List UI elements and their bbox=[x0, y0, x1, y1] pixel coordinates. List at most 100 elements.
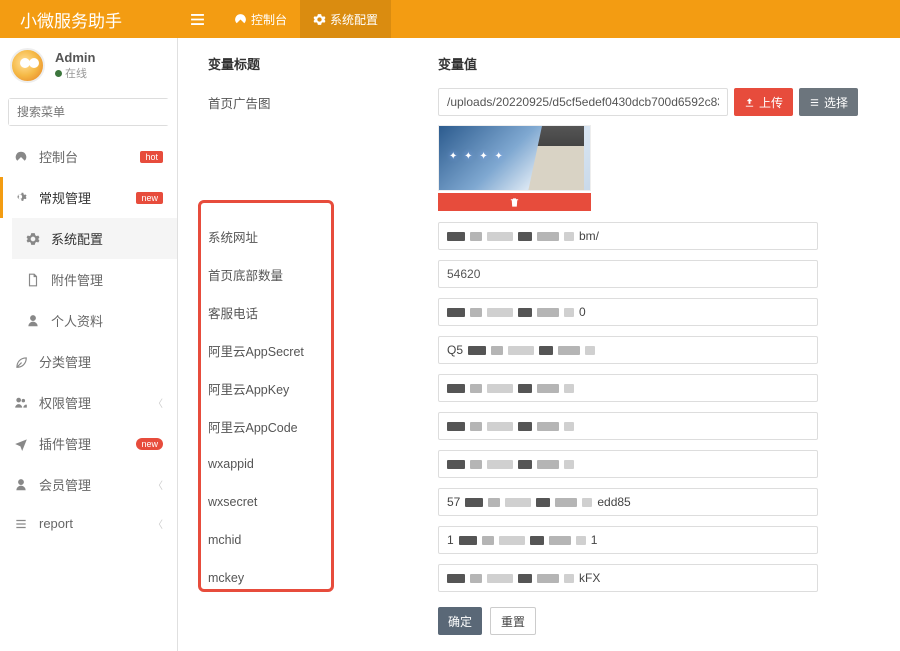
form-label-10: mckey bbox=[208, 559, 438, 597]
header-sysconfig-label: 系统配置 bbox=[330, 11, 378, 28]
badge: hot bbox=[140, 151, 163, 163]
header-dashboard-tab[interactable]: 控制台 bbox=[221, 0, 300, 38]
sidebar-item-权限管理[interactable]: 权限管理〈 bbox=[0, 382, 177, 423]
badge: new bbox=[136, 192, 163, 204]
upload-button[interactable]: 上传 bbox=[734, 88, 793, 116]
sidebar-item-label: 分类管理 bbox=[39, 352, 163, 371]
form-label-9: mchid bbox=[208, 521, 438, 559]
list-icon bbox=[809, 97, 820, 108]
form-value-6 bbox=[438, 407, 880, 445]
image-preview bbox=[438, 125, 591, 191]
dashboard-icon bbox=[234, 13, 247, 26]
badge: new bbox=[136, 438, 163, 450]
form-label-4: 阿里云AppSecret bbox=[208, 331, 438, 369]
user-icon bbox=[26, 314, 44, 328]
sidebar-item-label: 系统配置 bbox=[51, 229, 163, 248]
form-label-1: 系统网址 bbox=[208, 217, 438, 255]
user-name: Admin bbox=[55, 50, 95, 65]
dashboard-icon bbox=[14, 150, 32, 164]
sidebar-item-label: 会员管理 bbox=[39, 475, 153, 494]
plane-icon bbox=[14, 437, 32, 451]
leaf-icon bbox=[14, 355, 32, 369]
chevron-left-icon: 〈 bbox=[153, 516, 163, 531]
sidebar-item-控制台[interactable]: 控制台hot bbox=[0, 136, 177, 177]
header-sysconfig-tab[interactable]: 系统配置 bbox=[300, 0, 391, 38]
form-value-9: 11 bbox=[438, 521, 880, 559]
col-header-value: 变量值 bbox=[438, 48, 880, 83]
reset-button[interactable]: 重置 bbox=[490, 607, 536, 635]
sidebar-item-常规管理[interactable]: 常规管理new bbox=[0, 177, 177, 218]
sidebar-subitem-附件管理[interactable]: 附件管理 bbox=[12, 259, 177, 300]
form-label-0: 首页广告图 bbox=[208, 83, 438, 121]
sidebar-item-label: 附件管理 bbox=[51, 270, 163, 289]
sidebar-item-分类管理[interactable]: 分类管理 bbox=[0, 341, 177, 382]
form-value-3: 0 bbox=[438, 293, 880, 331]
sidebar-item-插件管理[interactable]: 插件管理new bbox=[0, 423, 177, 464]
users-icon bbox=[14, 396, 32, 410]
chevron-left-icon: 〈 bbox=[153, 477, 163, 492]
form-label-2: 首页底部数量 bbox=[208, 255, 438, 293]
sidebar-subitem-个人资料[interactable]: 个人资料 bbox=[12, 300, 177, 341]
redacted-field[interactable]: 57edd85 bbox=[438, 488, 818, 516]
sidebar-item-label: 权限管理 bbox=[39, 393, 153, 412]
select-button[interactable]: 选择 bbox=[799, 88, 858, 116]
redacted-field[interactable]: kFX bbox=[438, 564, 818, 592]
sidebar-item-会员管理[interactable]: 会员管理〈 bbox=[0, 464, 177, 505]
main-content: 变量标题变量值首页广告图 上传 选择 系统网址bm/首页底部数量客服电话0阿里云… bbox=[178, 38, 900, 651]
form-label-3: 客服电话 bbox=[208, 293, 438, 331]
form-value-10: kFX bbox=[438, 559, 880, 597]
header-dashboard-label: 控制台 bbox=[251, 11, 287, 28]
sidebar: Admin 在线 控制台hot常规管理new系统配置附件管理个人资料分类管理权限… bbox=[0, 38, 178, 651]
sidebar-menu: 控制台hot常规管理new系统配置附件管理个人资料分类管理权限管理〈插件管理ne… bbox=[0, 136, 177, 542]
user-panel: Admin 在线 bbox=[0, 38, 177, 93]
file-icon bbox=[26, 273, 44, 287]
redacted-field[interactable] bbox=[438, 374, 818, 402]
search-input-group bbox=[8, 98, 169, 126]
sidebar-item-label: 控制台 bbox=[39, 147, 140, 166]
cog-icon bbox=[313, 13, 326, 26]
status-dot-icon bbox=[55, 70, 62, 77]
form-value-4: Q5 bbox=[438, 331, 880, 369]
sidebar-item-label: 个人资料 bbox=[51, 311, 163, 330]
menu-toggle-button[interactable] bbox=[178, 0, 221, 38]
form-value-5 bbox=[438, 369, 880, 407]
image-path-input[interactable] bbox=[438, 88, 728, 116]
redacted-field[interactable]: Q5 bbox=[438, 336, 818, 364]
redacted-field[interactable]: bm/ bbox=[438, 222, 818, 250]
bars-icon bbox=[191, 14, 204, 25]
form-footer: 确定 重置 bbox=[438, 597, 880, 635]
delete-image-button[interactable] bbox=[438, 193, 591, 211]
sidebar-item-report[interactable]: report〈 bbox=[0, 505, 177, 542]
list-icon bbox=[14, 517, 32, 531]
form-label-8: wxsecret bbox=[208, 483, 438, 521]
sidebar-item-label: report bbox=[39, 516, 153, 531]
user-o-icon bbox=[14, 478, 32, 492]
redacted-field[interactable]: 0 bbox=[438, 298, 818, 326]
upload-icon bbox=[744, 97, 755, 108]
form-label-5: 阿里云AppKey bbox=[208, 369, 438, 407]
col-header-title: 变量标题 bbox=[208, 48, 438, 83]
cog-icon bbox=[26, 232, 44, 246]
sidebar-subitem-系统配置[interactable]: 系统配置 bbox=[12, 218, 177, 259]
sidebar-item-label: 常规管理 bbox=[39, 188, 136, 207]
form-value-0: 上传 选择 bbox=[438, 83, 880, 121]
redacted-field[interactable] bbox=[438, 412, 818, 440]
form-value-8: 57edd85 bbox=[438, 483, 880, 521]
cogs-icon bbox=[14, 191, 32, 205]
form-value-1: bm/ bbox=[438, 217, 880, 255]
form-label-7: wxappid bbox=[208, 445, 438, 483]
brand-title: 小微服务助手 bbox=[0, 7, 178, 32]
avatar bbox=[10, 48, 45, 83]
redacted-field[interactable] bbox=[438, 450, 818, 478]
redacted-field[interactable]: 11 bbox=[438, 526, 818, 554]
user-status: 在线 bbox=[55, 65, 95, 81]
chevron-left-icon: 〈 bbox=[153, 395, 163, 410]
image-preview-block bbox=[438, 121, 880, 217]
confirm-button[interactable]: 确定 bbox=[438, 607, 482, 635]
search-input[interactable] bbox=[9, 99, 178, 125]
form-label-6: 阿里云AppCode bbox=[208, 407, 438, 445]
trash-icon bbox=[509, 197, 520, 208]
text-input[interactable] bbox=[438, 260, 818, 288]
form-value-2 bbox=[438, 255, 880, 293]
top-header: 小微服务助手 控制台 系统配置 bbox=[0, 0, 900, 38]
